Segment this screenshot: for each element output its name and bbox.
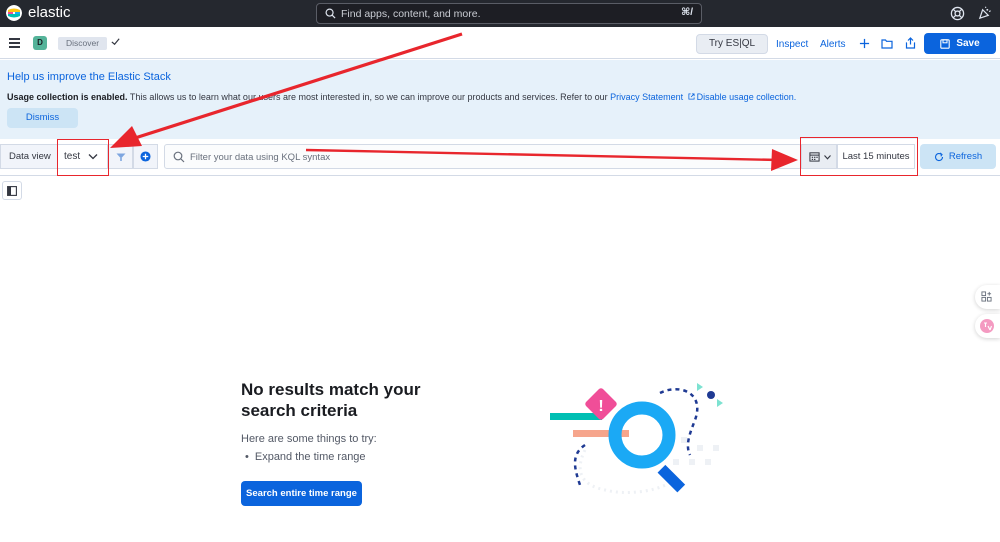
share-icon[interactable] [905, 37, 916, 49]
global-header: elastic Find apps, content, and more. ⌘/ [0, 0, 1000, 27]
empty-state-title: No results match your search criteria [241, 380, 421, 420]
external-link-icon [688, 93, 695, 100]
dismiss-button[interactable]: Dismiss [7, 108, 78, 128]
add-filter-button[interactable] [133, 144, 158, 169]
brand-wordmark: elastic [28, 4, 71, 21]
help-icon[interactable] [950, 6, 965, 21]
check-icon [111, 38, 120, 46]
refresh-label: Refresh [948, 151, 983, 162]
plus-circle-icon [140, 151, 151, 162]
save-icon [940, 38, 951, 49]
plus-icon[interactable] [859, 38, 870, 49]
layout-sidebar-icon [7, 186, 17, 196]
elastic-logo-icon [6, 4, 22, 21]
search-entire-time-range-button[interactable]: Search entire time range [241, 481, 362, 506]
elastic-logo[interactable]: elastic [6, 4, 71, 21]
callout-body-text: This allows us to learn what our users a… [127, 92, 611, 102]
sidebar-toggle-button[interactable] [2, 181, 22, 200]
folder-icon[interactable] [881, 38, 893, 49]
callout-title: Help us improve the Elastic Stack [7, 71, 171, 83]
breadcrumb-discover[interactable]: Discover [58, 37, 108, 50]
space-avatar[interactable]: D [33, 36, 47, 50]
no-results-illustration: ! [550, 383, 723, 495]
apps-grid-icon [981, 291, 992, 302]
app-toolbar: D Discover [0, 27, 1000, 59]
floating-apps-widget[interactable] [975, 285, 1000, 309]
newsfeed-icon[interactable] [977, 6, 992, 21]
telemetry-callout: Help us improve the Elastic Stack Usage … [0, 60, 1000, 139]
search-icon [325, 8, 336, 19]
svg-text:!: ! [598, 398, 603, 415]
translate-icon [980, 319, 994, 333]
save-button[interactable]: Save [924, 33, 996, 54]
save-label: Save [956, 38, 980, 49]
hamburger-icon[interactable] [9, 38, 20, 50]
search-icon [173, 151, 185, 163]
filter-button[interactable] [108, 144, 133, 169]
disable-usage-link[interactable]: Disable usage collection. [697, 92, 797, 102]
annotation-box-data-view [57, 139, 109, 176]
search-placeholder: Find apps, content, and more. [341, 7, 481, 20]
refresh-icon [934, 152, 943, 161]
annotation-box-time-range [800, 137, 918, 176]
empty-state-suggestion: Expand the time range [245, 451, 366, 463]
try-esql-button[interactable]: Try ES|QL [696, 34, 768, 54]
filter-icon [116, 153, 126, 161]
alerts-button[interactable]: Alerts [820, 39, 846, 50]
kql-search-input[interactable]: Filter your data using KQL syntax [164, 144, 802, 169]
empty-state-subtitle: Here are some things to try: [241, 433, 377, 445]
search-shortcut: ⌘/ [680, 7, 693, 18]
refresh-button[interactable]: Refresh [920, 144, 996, 169]
global-search-input[interactable]: Find apps, content, and more. ⌘/ [316, 3, 702, 24]
data-view-label: Data view [0, 144, 58, 169]
privacy-statement-link[interactable]: Privacy Statement [610, 92, 683, 102]
kql-placeholder: Filter your data using KQL syntax [190, 152, 331, 163]
callout-body: Usage collection is enabled. This allows… [7, 92, 796, 102]
callout-body-bold: Usage collection is enabled. [7, 92, 128, 102]
inspect-button[interactable]: Inspect [776, 39, 808, 50]
floating-translate-widget[interactable] [975, 314, 1000, 338]
